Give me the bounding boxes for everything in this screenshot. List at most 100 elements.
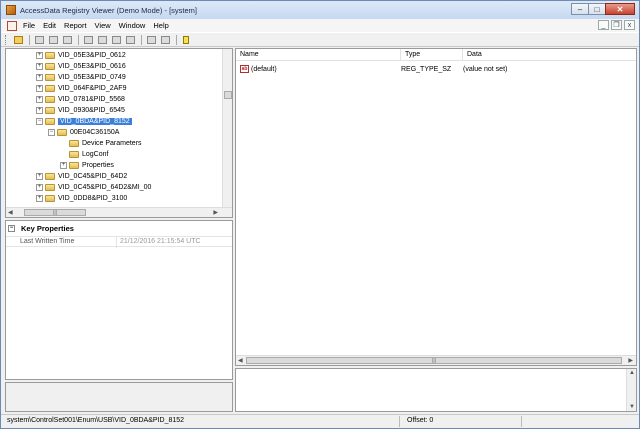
tree-node[interactable]: + VID_064F&PID_2AF9: [36, 83, 126, 94]
key-properties-header[interactable]: − Key Properties: [8, 224, 74, 233]
scroll-right-icon[interactable]: ▶: [213, 209, 218, 216]
tree-node[interactable]: + VID_0DD8&PID_3100: [36, 193, 127, 204]
mdi-controls: _ ❐ x: [596, 20, 635, 30]
tree-node-label[interactable]: VID_0DD8&PID_3100: [58, 195, 127, 202]
tree-node[interactable]: + VID_0781&PID_5568: [36, 94, 125, 105]
tree-node[interactable]: LogConf: [69, 149, 108, 160]
folder-icon: [69, 140, 79, 147]
nav-forward-icon[interactable]: [96, 34, 108, 45]
export-icon[interactable]: [110, 34, 122, 45]
tree-node-label[interactable]: VID_05E3&PID_0749: [58, 74, 126, 81]
values-list[interactable]: Name Type Data ab (default) REG_TYPE_SZ …: [235, 48, 637, 366]
tile-icon[interactable]: [145, 34, 157, 45]
expand-icon[interactable]: +: [36, 184, 43, 191]
open-folder-icon: [57, 129, 67, 136]
scroll-left-icon[interactable]: ◀: [238, 357, 243, 364]
values-horizontal-scrollbar[interactable]: ◀ ||| ▶: [236, 355, 636, 365]
copy-icon[interactable]: [61, 34, 73, 45]
tree-vertical-scrollbar[interactable]: [222, 49, 232, 208]
open-icon[interactable]: [12, 34, 24, 45]
scroll-thumb[interactable]: [224, 91, 232, 99]
menu-edit[interactable]: Edit: [43, 21, 56, 30]
toolbar-grip[interactable]: [5, 34, 8, 45]
folder-icon: [45, 195, 55, 202]
collapse-icon[interactable]: −: [36, 118, 43, 125]
collapse-icon[interactable]: −: [8, 225, 15, 232]
tree-node-label[interactable]: VID_05E3&PID_0616: [58, 63, 126, 70]
maximize-button[interactable]: □: [588, 3, 606, 15]
tree-node[interactable]: + Properties: [60, 160, 114, 171]
tree-node[interactable]: + VID_05E3&PID_0612: [36, 50, 126, 61]
folder-icon: [45, 74, 55, 81]
report-icon[interactable]: [33, 34, 45, 45]
tree-node-label[interactable]: VID_0930&PID_6545: [58, 107, 125, 114]
mdi-close-button[interactable]: x: [624, 20, 635, 30]
registry-tree[interactable]: + VID_05E3&PID_0612 + VID_05E3&PID_0616 …: [5, 48, 233, 218]
expand-icon[interactable]: +: [60, 162, 67, 169]
nav-back-icon[interactable]: [82, 34, 94, 45]
minimize-button[interactable]: –: [571, 3, 589, 15]
toolbar-separator: [141, 34, 142, 45]
tree-node[interactable]: + VID_05E3&PID_0749: [36, 72, 126, 83]
menu-view[interactable]: View: [95, 21, 111, 30]
expand-icon[interactable]: +: [36, 107, 43, 114]
value-type: REG_TYPE_SZ: [401, 65, 452, 73]
column-header-data[interactable]: Data: [463, 49, 636, 61]
tree-node-label[interactable]: VID_0C45&PID_64D2&MI_00: [58, 184, 151, 191]
scroll-right-icon[interactable]: ▶: [628, 357, 633, 364]
tree-node-label[interactable]: LogConf: [82, 151, 108, 158]
tree-node-label[interactable]: VID_0781&PID_5568: [58, 96, 125, 103]
tree-node[interactable]: − 00E04C36150A: [48, 127, 119, 138]
hex-view[interactable]: ▲ ▼: [235, 368, 637, 412]
tree-node-label[interactable]: VID_064F&PID_2AF9: [58, 85, 126, 92]
scroll-down-icon[interactable]: ▼: [629, 404, 635, 410]
collapse-icon[interactable]: −: [48, 129, 55, 136]
mdi-restore-button[interactable]: ❐: [611, 20, 622, 30]
expand-icon[interactable]: +: [36, 85, 43, 92]
expand-icon[interactable]: +: [36, 96, 43, 103]
tree-node-label[interactable]: Device Parameters: [82, 140, 142, 147]
folder-icon: [69, 151, 79, 158]
scroll-thumb[interactable]: |||: [246, 357, 622, 364]
menu-report[interactable]: Report: [64, 21, 87, 30]
tree-node-label[interactable]: VID_0BDA&PID_8152: [57, 117, 133, 126]
import-icon[interactable]: [124, 34, 136, 45]
expand-icon[interactable]: +: [36, 52, 43, 59]
tree-node-label[interactable]: 00E04C36150A: [70, 129, 119, 136]
tree-node[interactable]: + VID_0C45&PID_64D2&MI_00: [36, 182, 151, 193]
column-header-type[interactable]: Type: [401, 49, 463, 61]
expand-icon[interactable]: +: [36, 74, 43, 81]
tree-node-label[interactable]: Properties: [82, 162, 114, 169]
expand-icon[interactable]: +: [36, 195, 43, 202]
menu-help[interactable]: Help: [153, 21, 168, 30]
menu-window[interactable]: Window: [119, 21, 146, 30]
menu-file[interactable]: File: [23, 21, 35, 30]
tree-node[interactable]: + VID_05E3&PID_0616: [36, 61, 126, 72]
value-row[interactable]: ab (default) REG_TYPE_SZ (value not set): [236, 63, 636, 75]
cascade-icon[interactable]: [159, 34, 171, 45]
folder-icon: [45, 85, 55, 92]
tree-node[interactable]: + VID_0930&PID_6545: [36, 105, 125, 116]
close-button[interactable]: ✕: [605, 3, 635, 15]
scroll-thumb[interactable]: |||: [24, 209, 86, 216]
folder-icon: [45, 96, 55, 103]
document-icon[interactable]: [7, 20, 17, 31]
tree-node-label[interactable]: VID_0C45&PID_64D2: [58, 173, 127, 180]
column-header-name[interactable]: Name: [236, 49, 401, 61]
tree-node-label[interactable]: VID_05E3&PID_0612: [58, 52, 126, 59]
folder-icon: [45, 173, 55, 180]
expand-icon[interactable]: +: [36, 173, 43, 180]
title-bar[interactable]: AccessData Registry Viewer (Demo Mode) -…: [1, 1, 639, 19]
expand-icon[interactable]: +: [36, 63, 43, 70]
help-icon[interactable]: [180, 34, 192, 45]
scroll-up-icon[interactable]: ▲: [629, 370, 635, 376]
property-row[interactable]: Last Written Time 21/12/2016 21:15:54 UT…: [6, 236, 232, 248]
find-icon[interactable]: [47, 34, 59, 45]
tree-node-selected[interactable]: − VID_0BDA&PID_8152: [36, 116, 133, 127]
hex-vertical-scrollbar[interactable]: ▲ ▼: [626, 369, 636, 411]
tree-node[interactable]: Device Parameters: [69, 138, 142, 149]
scroll-left-icon[interactable]: ◀: [8, 209, 13, 216]
tree-horizontal-scrollbar[interactable]: ◀ ||| ▶: [6, 207, 232, 217]
tree-node[interactable]: + VID_0C45&PID_64D2: [36, 171, 127, 182]
mdi-minimize-button[interactable]: _: [598, 20, 609, 30]
